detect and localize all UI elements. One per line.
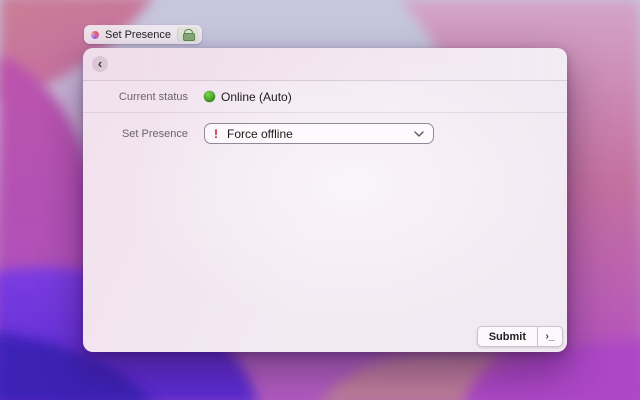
presence-select[interactable]: ! Force offline <box>204 123 434 144</box>
submit-button-group: Submit ›_ <box>476 326 563 347</box>
window-header: ‹ <box>83 48 567 81</box>
online-status-dot-icon <box>204 91 215 102</box>
current-status-row: Current status Online (Auto) <box>83 81 567 113</box>
desktop: Set Presence ‹ Current status Online (Au… <box>0 0 640 400</box>
set-presence-row: Set Presence ! Force offline <box>83 113 567 154</box>
current-status-value: Online (Auto) <box>221 89 292 104</box>
set-presence-label: Set Presence <box>121 127 188 140</box>
lock-icon[interactable] <box>177 27 200 42</box>
chevron-left-icon: ‹ <box>97 55 103 71</box>
app-favicon-icon <box>91 30 99 39</box>
submit-button[interactable]: Submit <box>478 327 537 346</box>
terminal-prompt-icon[interactable]: ›_ <box>538 327 562 346</box>
tab-title: Set Presence <box>105 28 172 41</box>
back-button[interactable]: ‹ <box>92 56 108 72</box>
chevron-down-icon <box>414 130 424 137</box>
alert-icon: ! <box>214 126 218 141</box>
set-presence-window: ‹ Current status Online (Auto) Set Prese… <box>83 48 567 352</box>
current-status-label: Current status <box>118 90 188 103</box>
presence-selected-option: Force offline <box>227 126 293 141</box>
app-tab[interactable]: Set Presence <box>84 25 203 44</box>
